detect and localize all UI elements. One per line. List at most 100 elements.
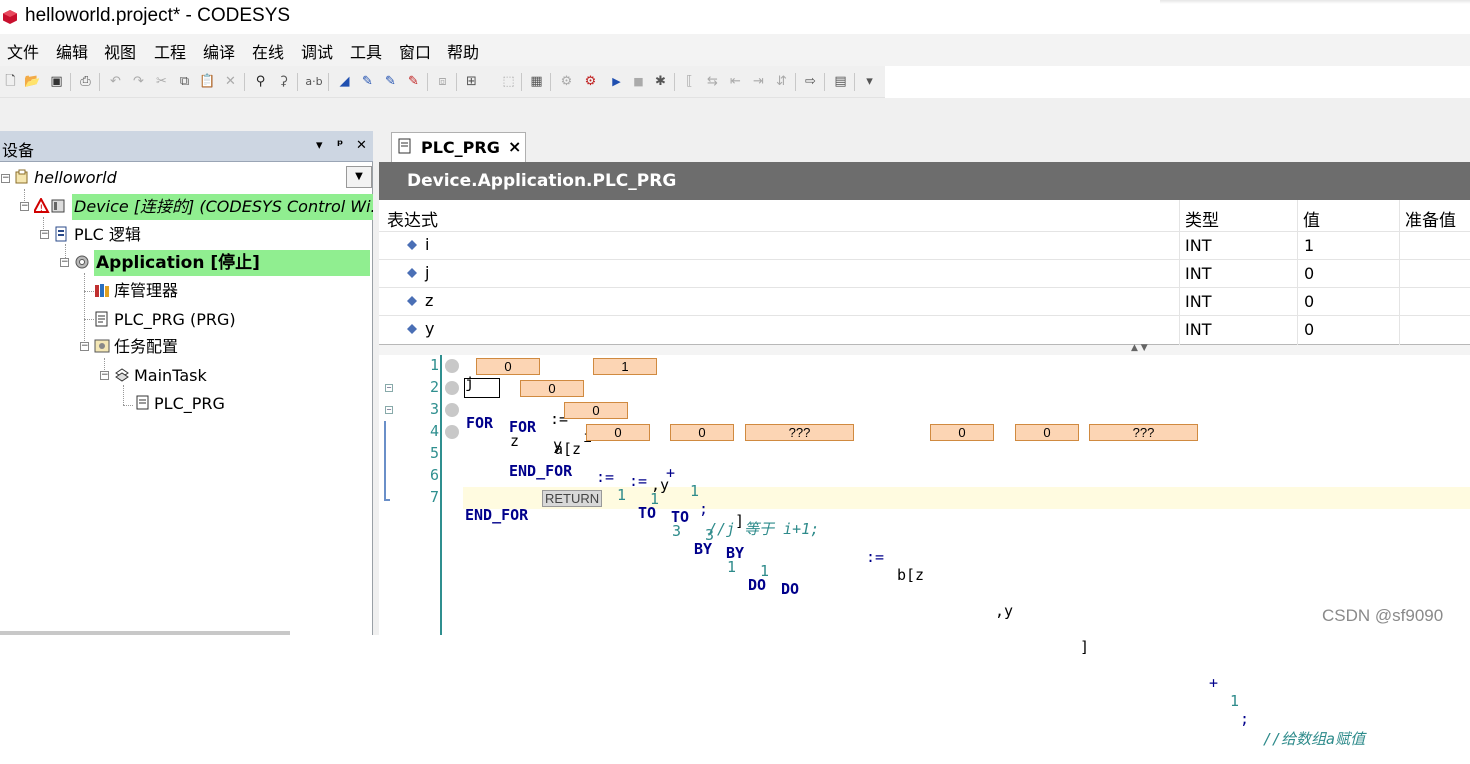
col-expression[interactable]: 表达式: [387, 206, 438, 231]
login-icon[interactable]: ✎: [359, 73, 376, 90]
menu-file[interactable]: 文件: [7, 39, 39, 63]
menu-view[interactable]: 视图: [104, 39, 136, 63]
breakpoint-icon[interactable]: ▦: [528, 73, 545, 90]
collapse-icon[interactable]: −: [40, 230, 49, 239]
monitor-value-box[interactable]: 0: [564, 402, 628, 419]
tree-item-project[interactable]: helloworld: [14, 165, 117, 191]
monitor-value-box[interactable]: 1: [593, 358, 657, 375]
collapse-icon[interactable]: −: [60, 258, 69, 267]
code-line-7[interactable]: END_FOR RETURN: [465, 488, 765, 524]
find-replace-icon[interactable]: ⚳: [275, 73, 292, 90]
tree-item-plc-prg-pou[interactable]: PLC_PRG (PRG): [94, 307, 236, 333]
monitor-icon[interactable]: ▤: [832, 73, 849, 90]
menu-help[interactable]: 帮助: [447, 39, 479, 63]
menu-debug[interactable]: 调试: [301, 39, 333, 63]
code-line-3[interactable]: FOR y 0 := 1 TO 3 BY 1 DO: [465, 400, 1445, 598]
horizontal-scrollbar[interactable]: [0, 631, 290, 635]
force-icon[interactable]: ⇥: [750, 73, 767, 90]
windows-icon[interactable]: ⧈: [434, 73, 451, 90]
tree-root-row[interactable]: − helloworld ▼: [0, 165, 373, 191]
menu-edit[interactable]: 编辑: [56, 39, 88, 63]
properties-icon[interactable]: ⬚: [500, 73, 517, 90]
code-line-4[interactable]: a[z 0 ,y 0 ] ??? := b[z 0 ,y 0 ] ??? + 1…: [465, 422, 1465, 748]
fold-toggle-icon[interactable]: −: [385, 384, 393, 392]
save-icon[interactable]: ▣: [48, 73, 65, 90]
menu-window[interactable]: 窗口: [399, 39, 431, 63]
delete-icon[interactable]: ✕: [222, 73, 239, 90]
code-line-5[interactable]: END_FOR: [465, 444, 765, 480]
menu-online[interactable]: 在线: [252, 39, 284, 63]
debug-icon[interactable]: ▶: [608, 73, 625, 90]
write-values-icon[interactable]: ⇤: [727, 73, 744, 90]
next-icon[interactable]: ⇨: [802, 73, 819, 90]
panel-pin-icon[interactable]: ᵖ: [337, 138, 343, 153]
find-icon[interactable]: ⚲: [252, 73, 269, 90]
menu-project[interactable]: 工程: [154, 39, 186, 63]
logout-icon[interactable]: ✎: [382, 73, 399, 90]
panel-menu-icon[interactable]: ▾: [316, 138, 323, 153]
collapse-icon[interactable]: −: [20, 202, 29, 211]
code-editor[interactable]: 1 2 3 4 5 6 7 − − j 0 := i 1 + 1 ; //j 等…: [379, 355, 1470, 748]
build-icon[interactable]: ◢: [336, 73, 353, 90]
editor-splitter[interactable]: ▲ ▼: [379, 343, 1470, 355]
menu-tools[interactable]: 工具: [350, 39, 382, 63]
paste-icon[interactable]: 📋: [199, 73, 216, 90]
monitor-value-box[interactable]: ???: [745, 424, 854, 441]
copy-icon[interactable]: ⧉: [176, 73, 193, 90]
stop-icon[interactable]: ⚙: [582, 73, 599, 90]
panel-close-icon[interactable]: ✕: [356, 138, 367, 153]
tree-item-library-manager[interactable]: 库管理器: [94, 278, 178, 304]
collapse-icon[interactable]: −: [100, 371, 109, 380]
rename-icon[interactable]: a·b: [303, 73, 325, 90]
print-icon[interactable]: ⎙: [77, 73, 94, 90]
tree-item-task-config[interactable]: 任务配置: [94, 334, 178, 360]
code-line-1[interactable]: j 0 := i 1 + 1 ; //j 等于 i+1;: [465, 356, 1445, 538]
code-line-2[interactable]: FOR z 0 := 1 TO 3 BY 1 DO: [464, 378, 1445, 594]
breakpoint-marker[interactable]: [445, 381, 459, 395]
devices-panel-title: 设备: [2, 141, 35, 160]
tree-item-plc-prg-call[interactable]: PLC_PRG: [134, 391, 225, 417]
col-type[interactable]: 类型: [1185, 206, 1219, 231]
collapse-icon[interactable]: −: [1, 174, 10, 183]
table-row-value: 1: [1304, 236, 1315, 255]
monitor-value-box[interactable]: 0: [520, 380, 584, 397]
tree-item-application[interactable]: Application [停止]: [74, 250, 370, 276]
fold-toggle-icon[interactable]: −: [385, 406, 393, 414]
step-out-icon[interactable]: ⟦: [681, 73, 698, 90]
tree-item-maintask[interactable]: MainTask: [114, 363, 207, 389]
open-icon[interactable]: 📂: [24, 73, 41, 90]
tree-item-plc-logic[interactable]: PLC 逻辑: [54, 222, 141, 248]
monitor-value-box[interactable]: 0: [1015, 424, 1079, 441]
undo-icon[interactable]: ↶: [107, 73, 124, 90]
table-row-expr: i: [425, 235, 430, 254]
return-marker[interactable]: RETURN: [542, 490, 603, 507]
monitor-value-box[interactable]: 0: [586, 424, 650, 441]
tree-item-device[interactable]: ! Device [连接的] (CODESYS Control Wi...: [34, 194, 386, 220]
col-prepared-value[interactable]: 准备值: [1405, 206, 1456, 231]
monitor-value-box[interactable]: ???: [1089, 424, 1198, 441]
redo-icon[interactable]: ↷: [130, 73, 147, 90]
menu-build[interactable]: 编译: [203, 39, 235, 63]
breakpoint-marker[interactable]: [445, 425, 459, 439]
col-value[interactable]: 值: [1303, 206, 1320, 231]
run-to-cursor-icon[interactable]: ⇆: [704, 73, 721, 90]
flow-control-icon[interactable]: ⇵: [773, 73, 790, 90]
collapse-icon[interactable]: −: [80, 342, 89, 351]
monitor-value-box[interactable]: 0: [476, 358, 540, 375]
reset-icon[interactable]: ✎: [405, 73, 422, 90]
new-icon[interactable]: 🗋: [2, 73, 19, 90]
options-icon[interactable]: ▾: [861, 73, 878, 90]
monitor-value-box[interactable]: 0: [670, 424, 734, 441]
splitter-arrows-icon[interactable]: ▲ ▼: [1131, 343, 1148, 353]
tab-close-icon[interactable]: ×: [508, 137, 521, 156]
step-over-icon[interactable]: ■: [630, 73, 647, 90]
breakpoint-marker[interactable]: [445, 403, 459, 417]
start-icon[interactable]: ⚙: [558, 73, 575, 90]
tab-plc-prg[interactable]: PLC_PRG ×: [391, 132, 526, 162]
breakpoint-marker[interactable]: [445, 359, 459, 373]
step-into-icon[interactable]: ✱: [652, 73, 669, 90]
cut-icon[interactable]: ✂: [153, 73, 170, 90]
tree-dropdown-button[interactable]: ▼: [346, 166, 372, 188]
monitor-value-box[interactable]: 0: [930, 424, 994, 441]
add-object-icon[interactable]: ⊞: [463, 73, 480, 90]
